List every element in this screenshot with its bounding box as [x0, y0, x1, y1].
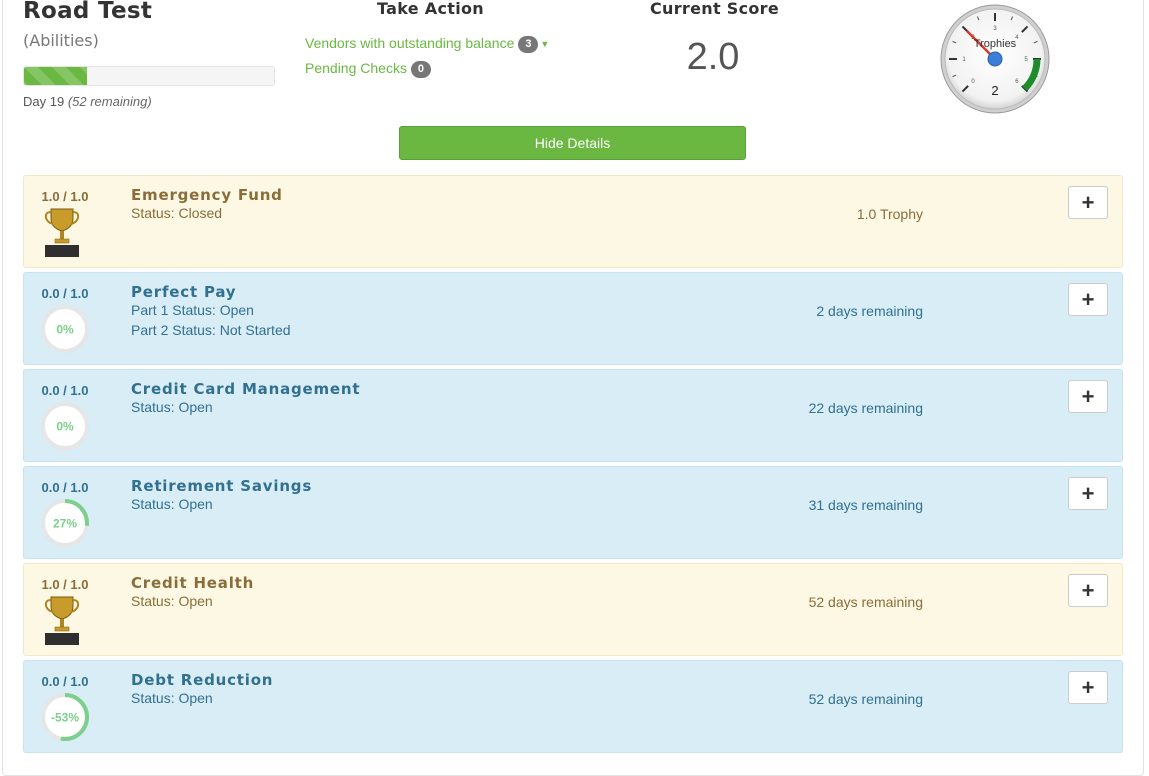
ability-remaining: 2 days remaining	[816, 303, 923, 319]
progress-ring: -53%	[41, 693, 89, 741]
progress-ring: 0%	[41, 305, 89, 353]
ability-status: Status: Open	[131, 399, 213, 415]
progress-percent: 0%	[56, 420, 74, 434]
page-title: Road Test	[23, 0, 153, 24]
ability-score: 0.0 / 1.0	[41, 674, 89, 689]
ability-score: 0.0 / 1.0	[41, 383, 89, 398]
gauge-value: 2	[991, 83, 998, 98]
hide-details-button[interactable]: Hide Details	[399, 126, 746, 160]
ability-remaining: 31 days remaining	[808, 497, 923, 513]
ability-name: Credit Card Management	[131, 380, 361, 398]
ability-status: Status: Open	[131, 593, 213, 609]
ability-status: Part 1 Status: Open	[131, 302, 254, 318]
ability-name: Credit Health	[131, 574, 255, 592]
progress-percent: 0%	[56, 323, 74, 337]
expand-button[interactable]: +	[1068, 283, 1108, 316]
ability-row: 1.0 / 1.0 Emergency Fund Status: Closed 1.0…	[23, 175, 1123, 268]
ability-remaining: 22 days remaining	[808, 400, 923, 416]
expand-button[interactable]: +	[1068, 380, 1108, 413]
vendors-outstanding-link[interactable]: Vendors with outstanding balance 3 ▼	[305, 35, 549, 53]
pending-checks-badge: 0	[410, 60, 431, 78]
ability-score: 0.0 / 1.0	[41, 480, 89, 495]
gauge-hub	[987, 51, 1003, 67]
ability-row: 0.0 / 1.0 0% Credit Card Management Status:…	[23, 369, 1123, 462]
expand-button[interactable]: +	[1068, 477, 1108, 510]
days-remaining: (52 remaining)	[67, 94, 152, 109]
trophy-icon	[44, 596, 80, 645]
ability-name: Retirement Savings	[131, 477, 313, 495]
take-action-heading: Take Action	[377, 0, 484, 18]
ability-score: 1.0 / 1.0	[41, 577, 89, 592]
expand-button[interactable]: +	[1068, 574, 1108, 607]
ability-remaining: 52 days remaining	[808, 691, 923, 707]
day-counter: Day 19 (52 remaining)	[23, 94, 152, 109]
day-progress-fill	[24, 67, 87, 85]
expand-button[interactable]: +	[1068, 186, 1108, 219]
ability-status: Status: Closed	[131, 205, 223, 221]
current-score-heading: Current Score	[650, 0, 780, 18]
pending-checks-link[interactable]: Pending Checks 0	[305, 60, 431, 78]
ability-row: 1.0 / 1.0 Credit Health Status: Open 52 day…	[23, 563, 1123, 656]
progress-ring: 0%	[41, 402, 89, 450]
ability-name: Emergency Fund	[131, 186, 283, 204]
ability-score: 1.0 / 1.0	[41, 189, 89, 204]
caret-down-icon: ▼	[540, 39, 550, 50]
progress-percent: 27%	[53, 517, 77, 531]
vendors-count-badge: 3	[518, 35, 539, 53]
ability-status: Part 2 Status: Not Started	[131, 322, 291, 338]
progress-percent: -53%	[51, 711, 79, 725]
day-progress-bar	[23, 66, 275, 86]
ability-score: 0.0 / 1.0	[41, 286, 89, 301]
progress-ring: 27%	[41, 499, 89, 547]
day-label: Day 19	[23, 94, 65, 109]
pending-checks-label: Pending Checks	[305, 60, 407, 76]
current-score-value: 2.0	[686, 36, 740, 78]
trophy-icon	[44, 208, 80, 257]
ability-status: Status: Open	[131, 496, 213, 512]
trophies-gauge: 0123456 Trophies 2	[940, 4, 1050, 114]
page-subtitle: (Abilities)	[23, 31, 99, 50]
gauge-label: Trophies	[974, 38, 1017, 50]
ability-remaining: 52 days remaining	[808, 594, 923, 610]
ability-name: Perfect Pay	[131, 283, 237, 301]
ability-remaining: 1.0 Trophy	[856, 206, 923, 222]
ability-row: 0.0 / 1.0 -53% Debt Reduction Status: Open 5…	[23, 660, 1123, 753]
ability-status: Status: Open	[131, 690, 213, 706]
expand-button[interactable]: +	[1068, 671, 1108, 704]
ability-name: Debt Reduction	[131, 671, 274, 689]
ability-row: 0.0 / 1.0 27% Retirement Savings Status: Op…	[23, 466, 1123, 559]
vendors-outstanding-label: Vendors with outstanding balance	[305, 35, 515, 51]
ability-row: 0.0 / 1.0 0% Perfect Pay Part 1 Status: Ope…	[23, 272, 1123, 365]
